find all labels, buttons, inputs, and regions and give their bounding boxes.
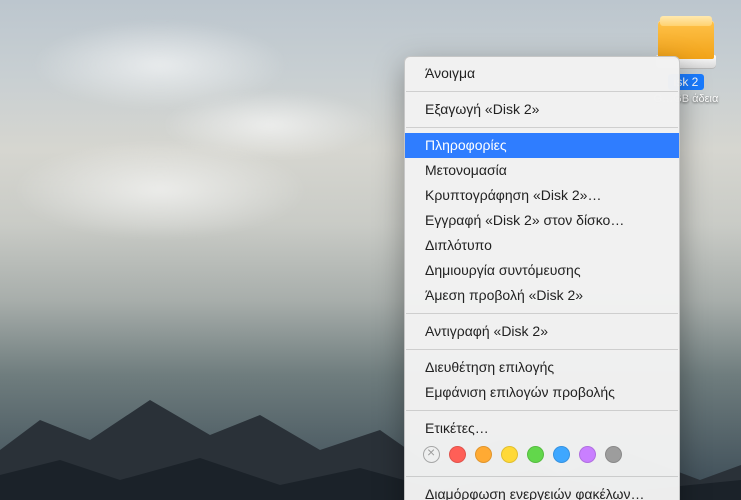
tag-green[interactable] [527,446,544,463]
tag-purple[interactable] [579,446,596,463]
menu-open[interactable]: Άνοιγμα [405,61,679,86]
context-menu: Άνοιγμα Εξαγωγή «Disk 2» Πληροφορίες Μετ… [404,56,680,500]
menu-view-options[interactable]: Εμφάνιση επιλογών προβολής [405,380,679,405]
menu-tags[interactable]: Ετικέτες… [405,416,679,441]
menu-separator [406,91,678,92]
cloud-decor [10,140,310,240]
tag-yellow[interactable] [501,446,518,463]
menu-quicklook[interactable]: Άμεση προβολή «Disk 2» [405,283,679,308]
menu-separator [406,349,678,350]
tag-orange[interactable] [475,446,492,463]
menu-folder-actions[interactable]: Διαμόρφωση ενεργειών φακέλων… [405,482,679,500]
menu-duplicate[interactable]: Διπλότυπο [405,233,679,258]
desktop[interactable]: isk 2 G…GB άδεια Άνοιγμα Εξαγωγή «Disk 2… [0,0,741,500]
menu-rename[interactable]: Μετονομασία [405,158,679,183]
menu-eject[interactable]: Εξαγωγή «Disk 2» [405,97,679,122]
menu-burn[interactable]: Εγγραφή «Disk 2» στον δίσκο… [405,208,679,233]
tags-row [405,441,679,471]
menu-get-info[interactable]: Πληροφορίες [405,133,679,158]
tag-red[interactable] [449,446,466,463]
menu-encrypt[interactable]: Κρυπτογράφηση «Disk 2»… [405,183,679,208]
tag-none-icon[interactable] [423,446,440,463]
tag-blue[interactable] [553,446,570,463]
tag-gray[interactable] [605,446,622,463]
menu-cleanup[interactable]: Διευθέτηση επιλογής [405,355,679,380]
menu-separator [406,410,678,411]
menu-separator [406,127,678,128]
menu-separator [406,313,678,314]
menu-make-alias[interactable]: Δημιουργία συντόμευσης [405,258,679,283]
menu-copy[interactable]: Αντιγραφή «Disk 2» [405,319,679,344]
menu-separator [406,476,678,477]
